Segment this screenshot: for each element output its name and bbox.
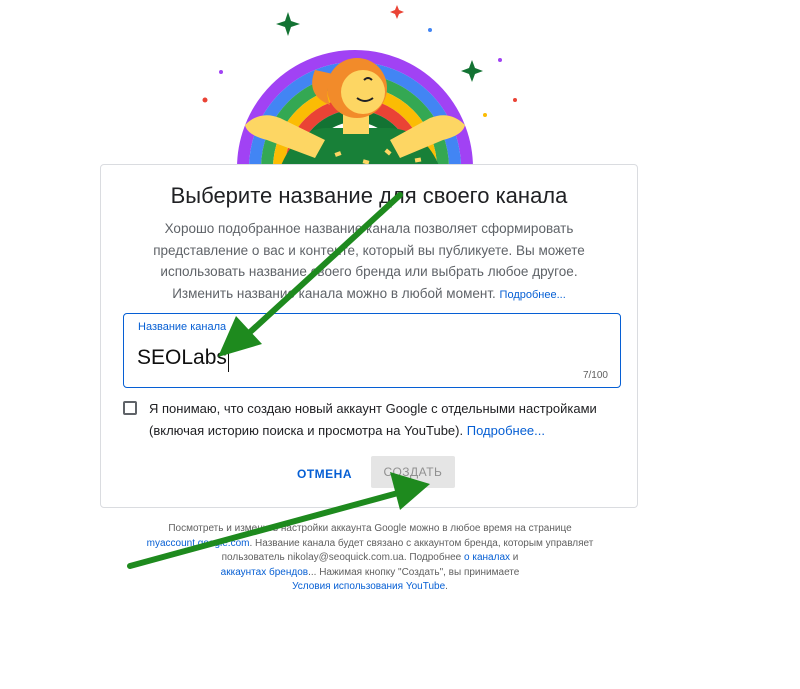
channel-name-field[interactable]: Название канала SEOLabs 7/100 [123,313,621,388]
footer-text: и [512,552,519,563]
dialog-description: Хорошо подобранное название канала позво… [131,218,607,306]
youtube-terms-link[interactable]: Условия использования YouTube [292,581,445,592]
create-button[interactable]: СОЗДАТЬ [371,456,455,488]
agreement-learn-more-link[interactable]: Подробнее... [467,423,545,438]
cancel-button[interactable]: ОТМЕНА [291,459,357,489]
create-channel-dialog: Выберите название для своего канала Хоро… [100,164,638,508]
footer-text: ... Нажимая кнопку "Создать", вы принима… [308,566,520,578]
rainbow-illustration [202,5,517,168]
brand-accounts-link[interactable]: аккаунтах брендов [221,567,308,578]
footer-notice: Посмотреть и изменить настройки аккаунта… [120,522,620,595]
dialog-title: Выберите название для своего канала [170,183,568,208]
character-counter: 7/100 [582,370,608,381]
agreement-checkbox[interactable] [123,401,137,415]
learn-more-link[interactable]: Подробнее... [500,289,566,301]
footer-text: Посмотреть и изменить настройки аккаунта… [168,523,572,534]
about-channels-link[interactable]: о каналах [464,552,510,563]
footer-text: . Название канала будет связано с аккаун… [221,537,594,564]
channel-name-input[interactable]: SEOLabs [137,344,229,372]
myaccount-link[interactable]: myaccount.google.com [147,538,250,549]
agreement-label: Я понимаю, что создаю новый аккаунт Goog… [149,398,624,442]
channel-name-label: Название канала [138,321,227,333]
footer-text: . [445,581,448,592]
